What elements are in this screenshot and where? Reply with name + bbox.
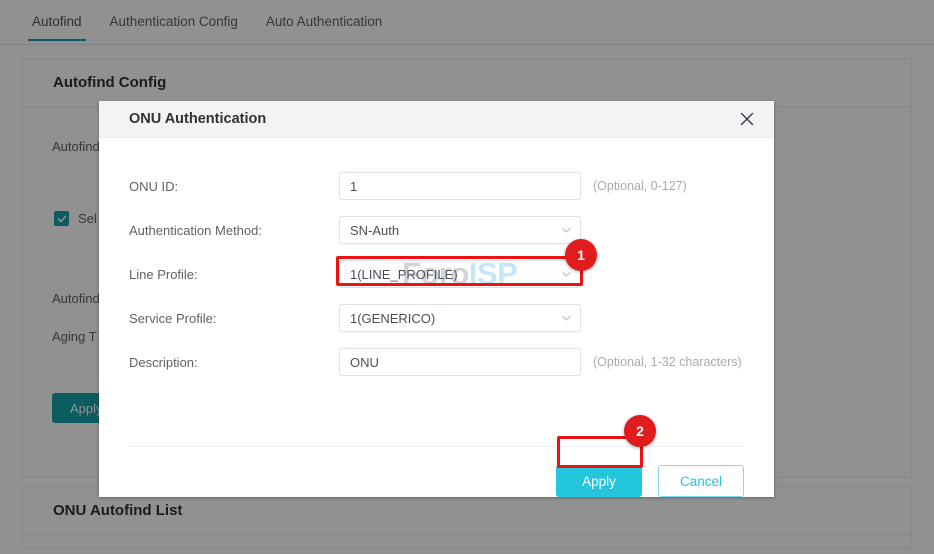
description-control bbox=[339, 348, 581, 376]
auth-method-select[interactable]: SN-Auth bbox=[339, 216, 581, 244]
description-hint: (Optional, 1-32 characters) bbox=[593, 355, 742, 369]
close-icon[interactable] bbox=[736, 108, 758, 130]
onu-id-label: ONU ID: bbox=[129, 179, 339, 194]
field-row-description: Description: (Optional, 1-32 characters) bbox=[129, 348, 744, 376]
auth-method-control: SN-Auth bbox=[339, 216, 581, 244]
chevron-down-icon bbox=[561, 225, 572, 236]
line-profile-select[interactable]: 1(LINE_PROFILE) bbox=[339, 260, 581, 288]
footer-buttons: Apply Cancel bbox=[129, 447, 744, 497]
chevron-down-icon bbox=[561, 269, 572, 280]
auth-method-label: Authentication Method: bbox=[129, 223, 339, 238]
onu-id-control bbox=[339, 172, 581, 200]
dialog-title: ONU Authentication bbox=[129, 111, 266, 127]
line-profile-control: 1(LINE_PROFILE) bbox=[339, 260, 581, 288]
field-row-auth-method: Authentication Method: SN-Auth bbox=[129, 216, 744, 244]
service-profile-select[interactable]: 1(GENERICO) bbox=[339, 304, 581, 332]
field-row-service-profile: Service Profile: 1(GENERICO) bbox=[129, 304, 744, 332]
dialog-body: ONU ID: (Optional, 0-127) Authentication… bbox=[99, 138, 774, 446]
line-profile-label: Line Profile: bbox=[129, 267, 339, 282]
service-profile-label: Service Profile: bbox=[129, 311, 339, 326]
field-row-line-profile: Line Profile: 1(LINE_PROFILE) bbox=[129, 260, 744, 288]
step-badge-2: 2 bbox=[624, 415, 656, 447]
dialog-footer: Apply Cancel bbox=[99, 446, 774, 497]
onu-id-input[interactable] bbox=[339, 172, 581, 200]
onu-id-hint: (Optional, 0-127) bbox=[593, 179, 687, 193]
cancel-button[interactable]: Cancel bbox=[658, 465, 744, 497]
chevron-down-icon bbox=[561, 313, 572, 324]
service-profile-value: 1(GENERICO) bbox=[350, 311, 435, 326]
field-row-onu-id: ONU ID: (Optional, 0-127) bbox=[129, 172, 744, 200]
step-badge-1: 1 bbox=[565, 239, 597, 271]
app-screen: Autofind Authentication Config Auto Auth… bbox=[0, 0, 934, 554]
onu-authentication-dialog: ONU Authentication ONU ID: (Optional, 0-… bbox=[99, 101, 774, 497]
line-profile-value: 1(LINE_PROFILE) bbox=[350, 267, 458, 282]
description-label: Description: bbox=[129, 355, 339, 370]
auth-method-value: SN-Auth bbox=[350, 223, 399, 238]
service-profile-control: 1(GENERICO) bbox=[339, 304, 581, 332]
apply-button[interactable]: Apply bbox=[556, 465, 642, 497]
dialog-header: ONU Authentication bbox=[99, 101, 774, 138]
description-input[interactable] bbox=[339, 348, 581, 376]
